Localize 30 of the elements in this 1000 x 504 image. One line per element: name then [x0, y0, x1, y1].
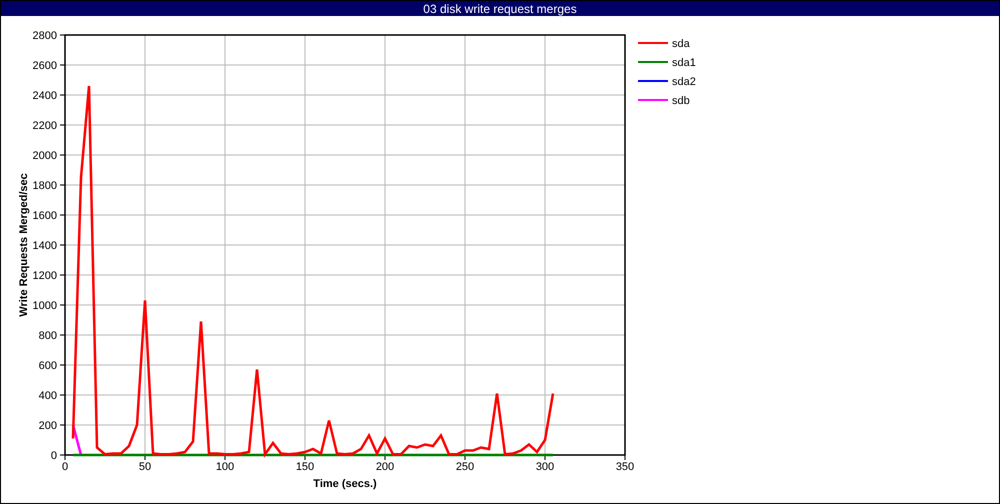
- y-tick-label: 600: [38, 360, 57, 372]
- legend-label: sda1: [672, 57, 696, 69]
- y-tick-label: 0: [50, 450, 57, 462]
- legend-label: sda2: [672, 76, 696, 88]
- x-tick-label: 300: [536, 461, 554, 473]
- y-axis-title: Write Requests Merged/sec: [18, 173, 30, 317]
- y-tick-label: 1400: [32, 240, 57, 252]
- x-tick-label: 200: [376, 461, 394, 473]
- y-tick-label: 1200: [32, 270, 57, 282]
- y-tick-label: 2200: [32, 120, 57, 132]
- y-tick-label: 2400: [32, 90, 57, 102]
- x-axis-title: Time (secs.): [313, 478, 377, 490]
- x-tick-label: 100: [216, 461, 234, 473]
- y-tick-label: 2600: [32, 60, 57, 72]
- x-tick-label: 150: [296, 461, 314, 473]
- x-tick-label: 350: [616, 461, 634, 473]
- window-title: 03 disk write request merges: [423, 2, 577, 16]
- x-tick-label: 50: [138, 461, 152, 473]
- y-tick-label: 200: [38, 420, 57, 432]
- y-tick-label: 2000: [32, 150, 57, 162]
- y-tick-label: 1600: [32, 210, 57, 222]
- y-tick-label: 2800: [32, 30, 57, 42]
- legend-label: sda: [672, 38, 690, 50]
- y-tick-label: 1000: [32, 300, 57, 312]
- y-tick-label: 400: [38, 390, 57, 402]
- x-tick-label: 250: [456, 461, 474, 473]
- legend-label: sdb: [672, 95, 690, 107]
- x-tick-label: 0: [62, 461, 68, 473]
- y-tick-label: 800: [38, 330, 57, 342]
- y-tick-label: 1800: [32, 180, 57, 192]
